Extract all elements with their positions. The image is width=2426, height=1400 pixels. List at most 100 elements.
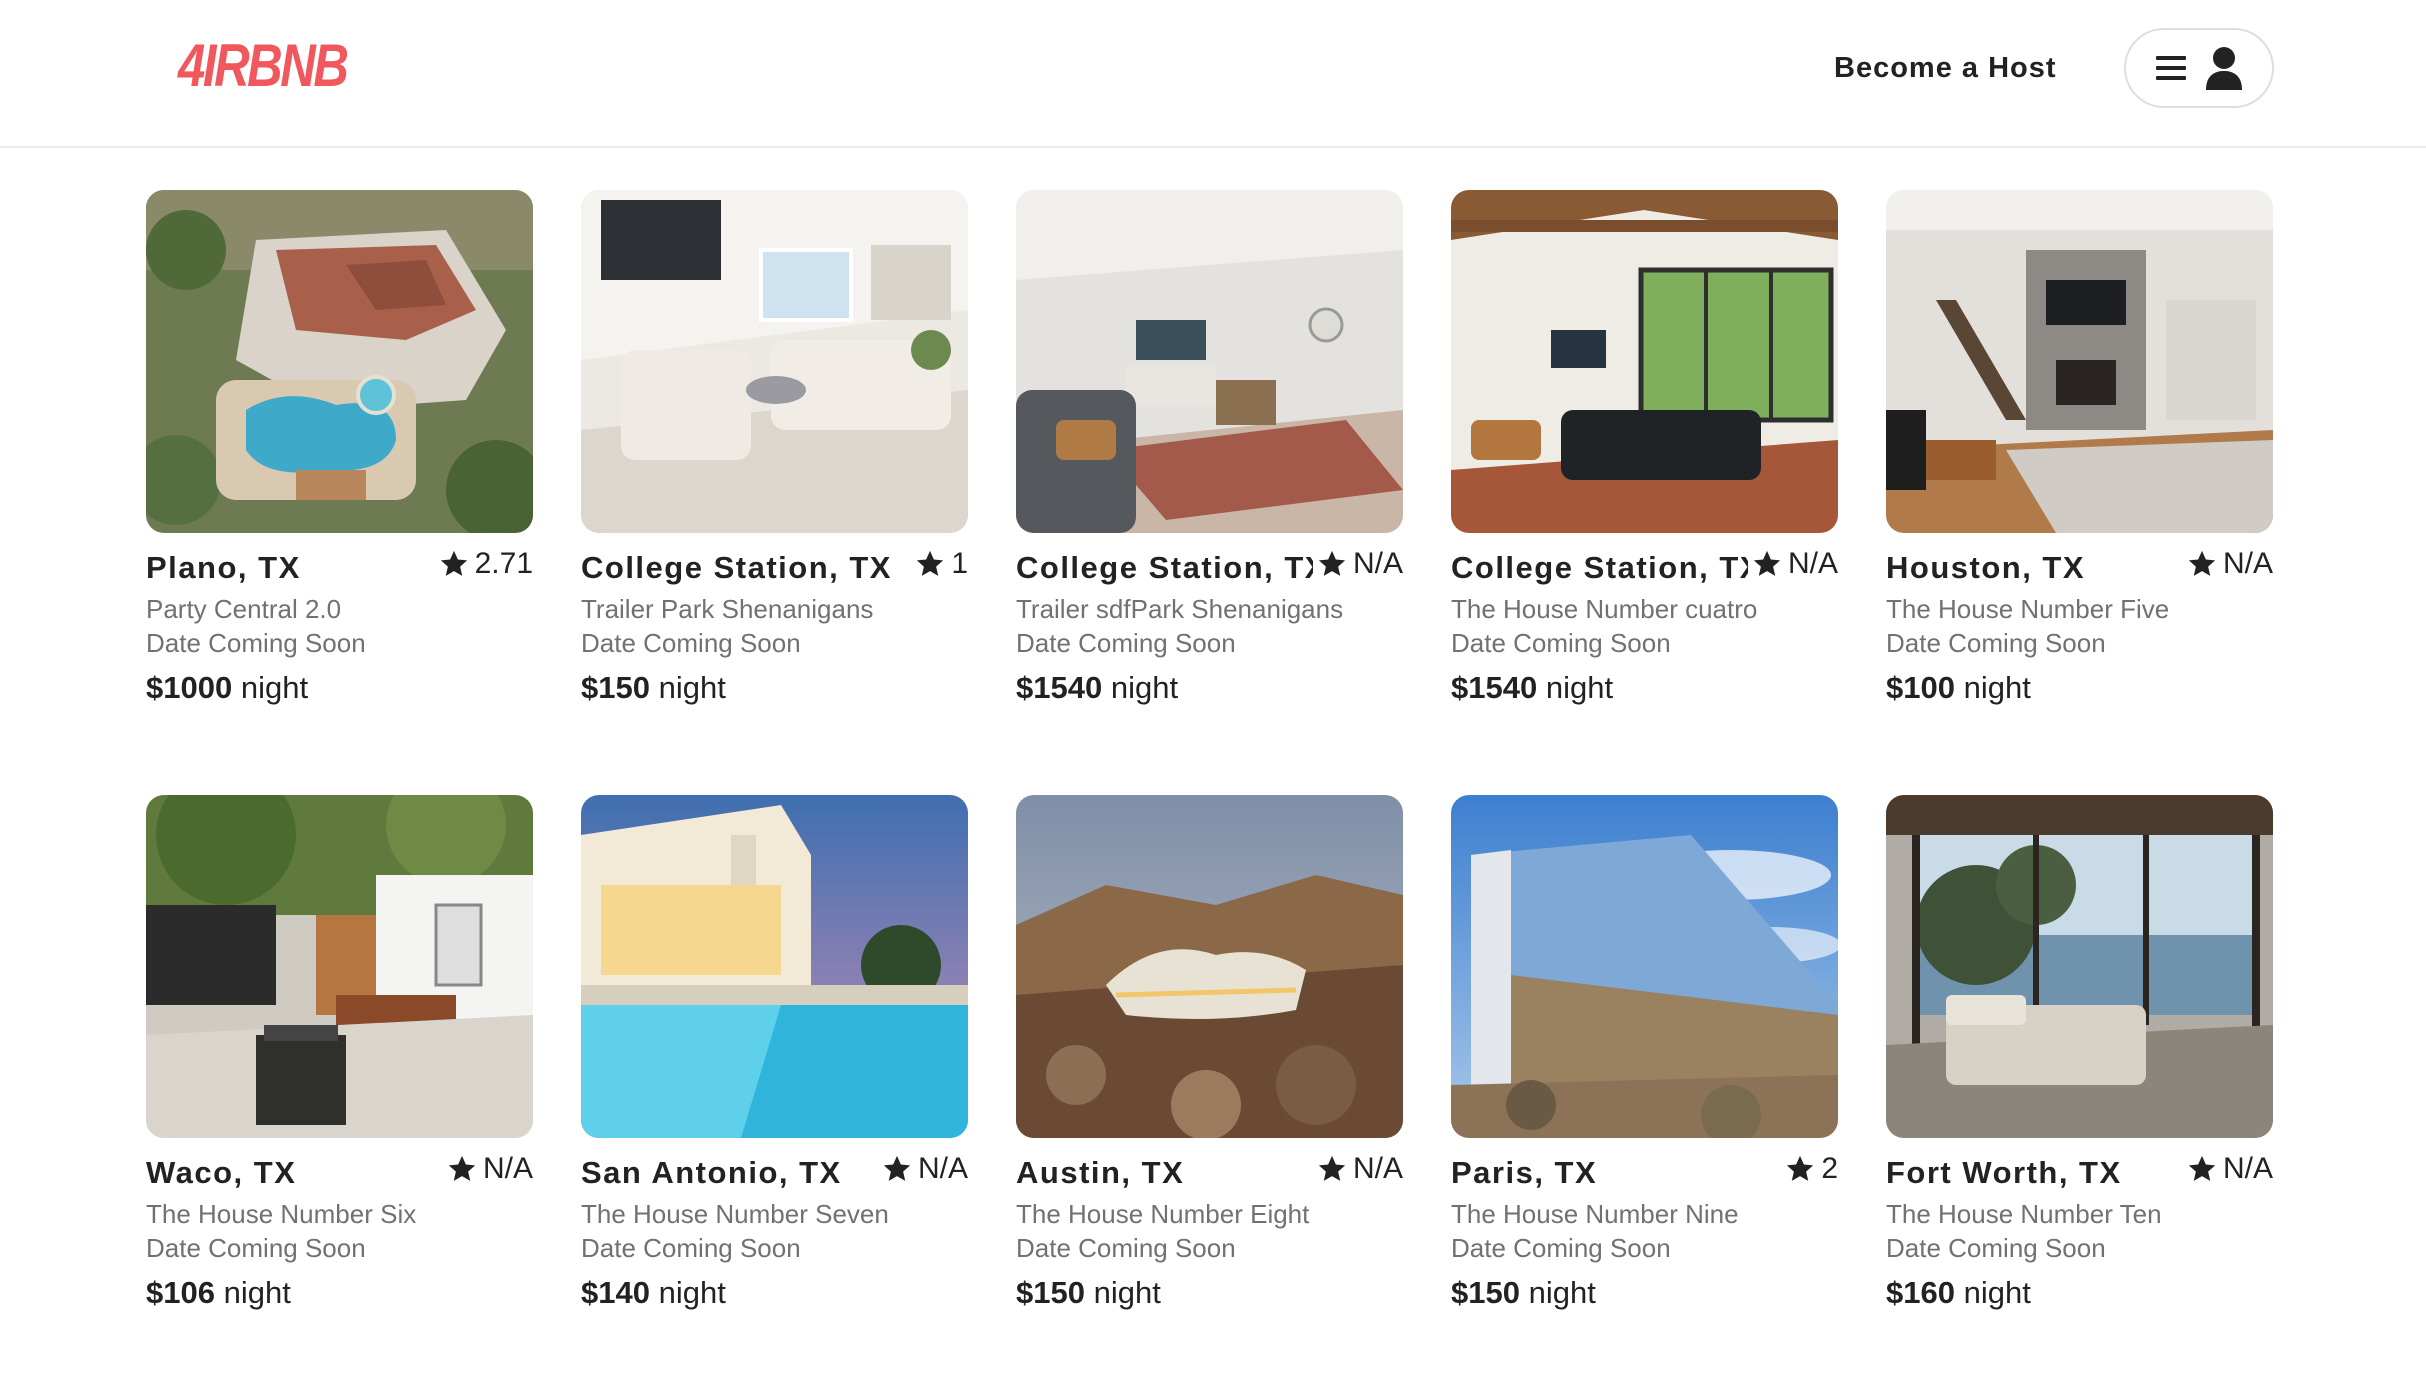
listing-price-row: $160 night	[1886, 1273, 2031, 1313]
profile-menu-button[interactable]	[2124, 28, 2274, 108]
listing-price-row: $150 night	[581, 668, 726, 708]
listing-title: The House Number Ten	[1886, 1199, 2162, 1229]
listing-photo[interactable]	[1886, 795, 2273, 1138]
brand-logo[interactable]: 4IRBNB	[178, 30, 349, 100]
listing-title: The House Number Seven	[581, 1199, 889, 1229]
listing-price: $150	[1016, 1275, 1085, 1310]
price-unit: night	[1093, 1275, 1161, 1310]
listing-city: Fort Worth, TX	[1886, 1155, 2122, 1190]
listing-rating: N/A	[442, 1149, 533, 1189]
listing-rating: N/A	[1312, 1149, 1403, 1189]
listing-price-row: $100 night	[1886, 668, 2031, 708]
price-unit: night	[1545, 670, 1614, 705]
listing-title: Party Central 2.0	[146, 594, 342, 624]
listing-date: Date Coming Soon	[1886, 628, 2106, 658]
listing-rating: N/A	[1747, 544, 1838, 584]
listing-date: Date Coming Soon	[1016, 628, 1236, 658]
price-unit: night	[658, 1275, 726, 1310]
star-icon	[1318, 550, 1346, 576]
listing-rating: N/A	[1312, 544, 1403, 584]
listing-title: The House Number cuatro	[1451, 594, 1758, 624]
listing-rating: 2	[1781, 1149, 1838, 1189]
listing-photo[interactable]	[146, 190, 533, 533]
listing-city: Austin, TX	[1016, 1155, 1185, 1190]
listing-photo[interactable]	[1451, 190, 1838, 533]
listing-title: Trailer Park Shenanigans	[581, 594, 874, 624]
listing-city: College Station, TX	[1016, 550, 1327, 585]
listing-price: $160	[1886, 1275, 1955, 1310]
listing-rating: N/A	[2182, 1149, 2273, 1189]
listing-date: Date Coming Soon	[1451, 1233, 1671, 1263]
listing-city: Plano, TX	[146, 550, 301, 585]
listing-photo[interactable]	[1451, 795, 1838, 1138]
price-unit: night	[240, 670, 309, 705]
listing-price: $1000	[146, 670, 233, 705]
listing-rating: N/A	[2182, 544, 2273, 584]
listing-price: $100	[1886, 670, 1955, 705]
star-icon	[1787, 1155, 1814, 1181]
listing-city: College Station, TX	[1451, 550, 1762, 585]
rating-value: 2	[1821, 1152, 1838, 1185]
listing-photo[interactable]	[581, 795, 968, 1138]
listing-city: Paris, TX	[1451, 1155, 1598, 1190]
listing-date: Date Coming Soon	[581, 1233, 801, 1263]
listing-card[interactable]: San Antonio, TX N/A The House Number Sev…	[581, 795, 968, 1400]
rating-value: N/A	[2222, 547, 2273, 580]
price-unit: night	[1963, 670, 2031, 705]
listing-price: $150	[581, 670, 650, 705]
listing-card[interactable]: College Station, TX N/A The House Number…	[1451, 190, 1838, 795]
price-unit: night	[1528, 1275, 1596, 1310]
star-icon	[883, 1155, 911, 1181]
listing-card[interactable]: College Station, TX N/A Trailer sdfPark …	[1016, 190, 1403, 795]
listing-price: $1540	[1451, 670, 1538, 705]
star-icon	[1753, 550, 1781, 576]
listing-rating: N/A	[877, 1149, 968, 1189]
listing-title: Trailer sdfPark Shenanigans	[1016, 594, 1344, 624]
listing-price: $140	[581, 1275, 650, 1310]
listing-price-row: $150 night	[1451, 1273, 1596, 1313]
listing-photo[interactable]	[1016, 190, 1403, 533]
listing-price: $150	[1451, 1275, 1520, 1310]
listing-card[interactable]: Austin, TX N/A The House Number Eight Da…	[1016, 795, 1403, 1400]
listing-date: Date Coming Soon	[146, 628, 366, 658]
user-avatar-icon	[2205, 46, 2243, 90]
price-unit: night	[1963, 1275, 2031, 1310]
become-host-link[interactable]: Become a Host	[1834, 46, 2057, 90]
listing-card[interactable]: Plano, TX 2.71 Party Central 2.0 Date Co…	[146, 190, 533, 795]
listing-date: Date Coming Soon	[146, 1233, 366, 1263]
listing-card[interactable]: Waco, TX N/A The House Number Six Date C…	[146, 795, 533, 1400]
rating-value: N/A	[1787, 547, 1838, 580]
top-navbar: 4IRBNB Become a Host	[0, 0, 2426, 148]
price-unit: night	[658, 670, 726, 705]
listing-card[interactable]: Paris, TX 2 The House Number Nine Date C…	[1451, 795, 1838, 1400]
star-icon	[1318, 1155, 1346, 1181]
listing-price: $1540	[1016, 670, 1103, 705]
listing-card[interactable]: Fort Worth, TX N/A The House Number Ten …	[1886, 795, 2273, 1400]
listing-photo[interactable]	[1016, 795, 1403, 1138]
listing-price-row: $1540 night	[1016, 668, 1178, 708]
listing-photo[interactable]	[146, 795, 533, 1138]
rating-value: 2.71	[474, 547, 533, 580]
listing-city: San Antonio, TX	[581, 1155, 842, 1190]
listing-date: Date Coming Soon	[1886, 1233, 2106, 1263]
listing-price: $106	[146, 1275, 215, 1310]
rating-value: N/A	[2222, 1152, 2273, 1185]
listings-grid: Plano, TX 2.71 Party Central 2.0 Date Co…	[146, 190, 2274, 1400]
price-unit: night	[1110, 670, 1179, 705]
listing-card[interactable]: Houston, TX N/A The House Number Five Da…	[1886, 190, 2273, 795]
listing-rating: 1	[911, 544, 968, 584]
listing-price-row: $1540 night	[1451, 668, 1613, 708]
listing-price-row: $140 night	[581, 1273, 726, 1313]
rating-value: N/A	[482, 1152, 533, 1185]
listing-date: Date Coming Soon	[581, 628, 801, 658]
star-icon	[2188, 1155, 2216, 1181]
listing-title: The House Number Five	[1886, 594, 2170, 624]
listing-price-row: $150 night	[1016, 1273, 1161, 1313]
listing-date: Date Coming Soon	[1016, 1233, 1236, 1263]
listing-title: The House Number Six	[146, 1199, 417, 1229]
listing-photo[interactable]	[1886, 190, 2273, 533]
listing-city: Waco, TX	[146, 1155, 297, 1190]
listing-photo[interactable]	[581, 190, 968, 533]
listing-card[interactable]: College Station, TX 1 Trailer Park Shena…	[581, 190, 968, 795]
star-icon	[448, 1155, 476, 1181]
